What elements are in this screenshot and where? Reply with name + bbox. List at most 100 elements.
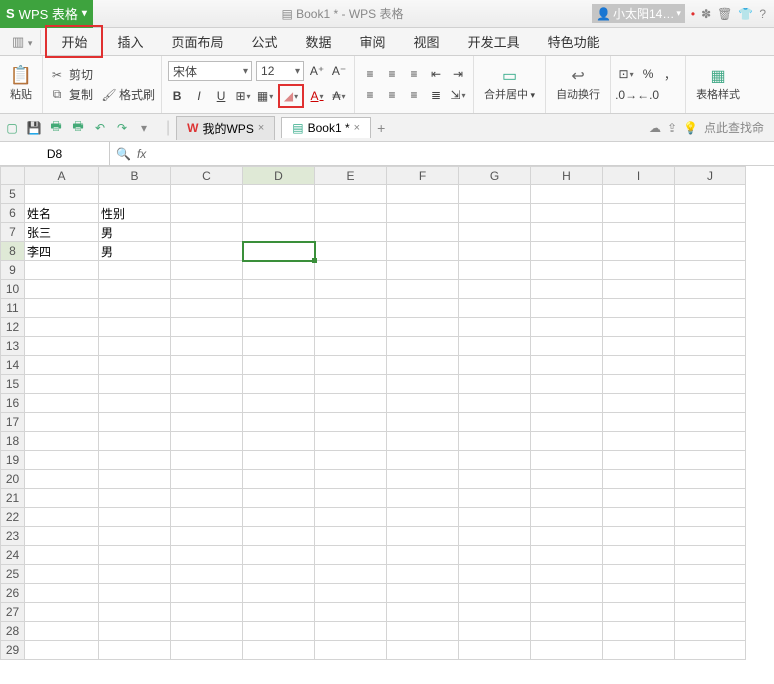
merge-center-button[interactable]: ▭ 合并居中 ▾ xyxy=(480,66,539,104)
comma-button[interactable]: ， xyxy=(661,65,679,83)
cell[interactable] xyxy=(531,470,603,489)
cell[interactable] xyxy=(387,470,459,489)
cell[interactable] xyxy=(675,527,746,546)
cell[interactable] xyxy=(25,489,99,508)
cell[interactable] xyxy=(603,394,675,413)
cell[interactable] xyxy=(531,204,603,223)
cell[interactable] xyxy=(171,508,243,527)
cell[interactable] xyxy=(387,394,459,413)
print-preview-icon[interactable]: 🖶 xyxy=(70,120,86,136)
row-header[interactable]: 20 xyxy=(1,470,25,489)
cell[interactable] xyxy=(531,375,603,394)
cell[interactable] xyxy=(387,432,459,451)
align-left-button[interactable]: ≡ xyxy=(361,86,379,104)
cell[interactable] xyxy=(603,432,675,451)
orientation-button[interactable]: ⇲ xyxy=(449,86,467,104)
undo-icon[interactable]: ↶ xyxy=(92,120,108,136)
cell[interactable] xyxy=(99,584,171,603)
tab-view[interactable]: 视图 xyxy=(400,27,454,56)
cell[interactable] xyxy=(603,641,675,660)
menu-file[interactable]: ▥ ▾ xyxy=(4,30,41,54)
row-header[interactable]: 6 xyxy=(1,204,25,223)
skin-icon[interactable]: ✽ xyxy=(701,7,711,21)
cell[interactable] xyxy=(459,470,531,489)
cell[interactable] xyxy=(459,546,531,565)
number-format-button[interactable]: ⊡ xyxy=(617,65,635,83)
cell[interactable] xyxy=(675,432,746,451)
tab-page-layout[interactable]: 页面布局 xyxy=(157,27,237,56)
cell[interactable] xyxy=(99,470,171,489)
row-header[interactable]: 29 xyxy=(1,641,25,660)
cell[interactable] xyxy=(243,432,315,451)
cell[interactable] xyxy=(99,451,171,470)
cell[interactable] xyxy=(171,527,243,546)
add-tab-button[interactable]: + xyxy=(377,120,385,136)
cell[interactable] xyxy=(315,470,387,489)
cell[interactable] xyxy=(531,451,603,470)
cell[interactable] xyxy=(459,660,531,661)
percent-button[interactable]: % xyxy=(639,65,657,83)
cell[interactable] xyxy=(531,280,603,299)
cell[interactable] xyxy=(531,489,603,508)
cell[interactable] xyxy=(603,584,675,603)
cell[interactable]: 男 xyxy=(99,242,171,261)
cell[interactable] xyxy=(171,603,243,622)
cell[interactable] xyxy=(25,622,99,641)
row-header[interactable]: 21 xyxy=(1,489,25,508)
cell[interactable] xyxy=(531,432,603,451)
cell[interactable] xyxy=(99,185,171,204)
cell[interactable] xyxy=(315,204,387,223)
cell[interactable] xyxy=(315,584,387,603)
cell[interactable] xyxy=(243,299,315,318)
cell[interactable] xyxy=(675,565,746,584)
cell[interactable] xyxy=(315,394,387,413)
fill-color-button[interactable]: ◢ xyxy=(278,84,304,108)
cell[interactable] xyxy=(99,375,171,394)
cell[interactable] xyxy=(25,641,99,660)
cell[interactable] xyxy=(675,242,746,261)
cell[interactable] xyxy=(99,318,171,337)
cell[interactable] xyxy=(675,223,746,242)
cell[interactable] xyxy=(171,223,243,242)
cell[interactable] xyxy=(387,603,459,622)
table-style-button[interactable]: ▦ 表格样式 xyxy=(692,66,744,104)
cell[interactable] xyxy=(315,641,387,660)
align-center-button[interactable]: ≡ xyxy=(383,86,401,104)
cell[interactable] xyxy=(387,508,459,527)
cell[interactable]: 张三 xyxy=(25,223,99,242)
cell[interactable] xyxy=(243,261,315,280)
cell[interactable] xyxy=(531,508,603,527)
cell[interactable] xyxy=(99,603,171,622)
cell[interactable] xyxy=(315,375,387,394)
cell[interactable] xyxy=(243,394,315,413)
cell[interactable] xyxy=(387,565,459,584)
cell[interactable] xyxy=(315,356,387,375)
cell[interactable] xyxy=(243,508,315,527)
cell[interactable] xyxy=(459,261,531,280)
cell[interactable] xyxy=(675,394,746,413)
tab-insert[interactable]: 插入 xyxy=(103,27,157,56)
row-header[interactable]: 19 xyxy=(1,451,25,470)
cell[interactable] xyxy=(675,451,746,470)
doc-tab-mywps[interactable]: W 我的WPS × xyxy=(176,116,275,140)
cell[interactable] xyxy=(603,413,675,432)
col-header[interactable]: B xyxy=(99,167,171,185)
decrease-font-button[interactable]: A⁻ xyxy=(330,62,348,80)
cell[interactable] xyxy=(603,622,675,641)
cell[interactable] xyxy=(387,660,459,661)
cell[interactable] xyxy=(603,299,675,318)
align-bottom-button[interactable]: ≡ xyxy=(405,65,423,83)
cell[interactable] xyxy=(675,622,746,641)
cell[interactable] xyxy=(243,375,315,394)
cloud-icon[interactable]: ☁ xyxy=(649,121,661,135)
cell[interactable] xyxy=(243,584,315,603)
cell[interactable] xyxy=(675,508,746,527)
decimal-increase-button[interactable]: .0→ xyxy=(617,86,635,104)
cell[interactable] xyxy=(387,375,459,394)
cell[interactable] xyxy=(243,660,315,661)
cell[interactable] xyxy=(531,565,603,584)
gift-icon[interactable]: 🗑 xyxy=(717,7,732,21)
cell[interactable] xyxy=(459,394,531,413)
user-badge[interactable]: 👤 小太阳14… ▾ xyxy=(592,4,685,23)
select-all-corner[interactable] xyxy=(1,167,25,185)
